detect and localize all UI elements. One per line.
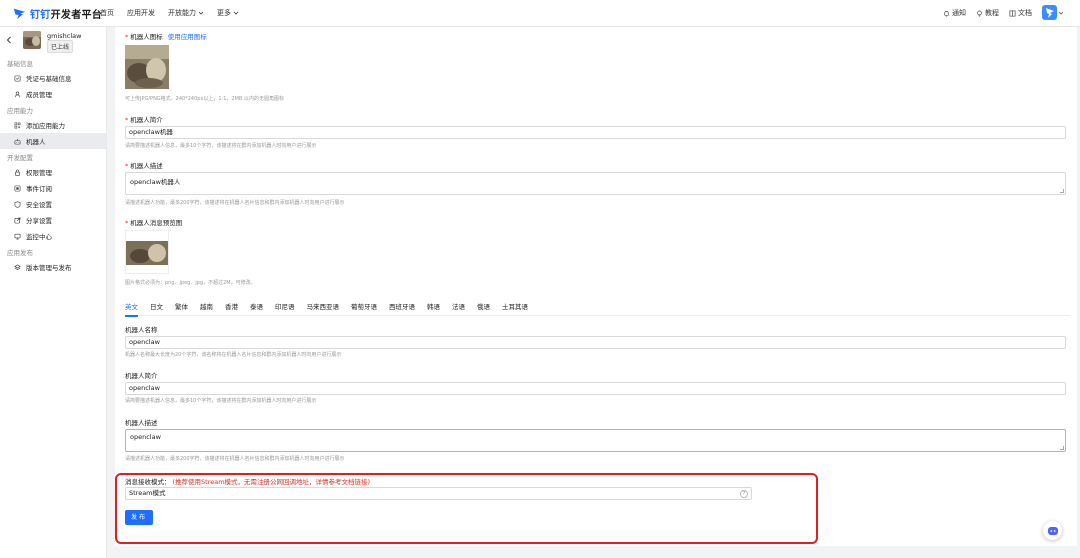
tab-ja[interactable]: 日文 xyxy=(150,302,163,316)
message-mode-select[interactable]: Stream模式? xyxy=(125,487,752,500)
resize-handle[interactable] xyxy=(1060,189,1064,193)
tab-vi[interactable]: 越南 xyxy=(200,302,213,316)
app-name: gmishclaw xyxy=(47,32,82,40)
sidebar-item-credentials[interactable]: 凭证与基础信息 xyxy=(0,70,106,86)
loc-desc-hint: 请描述机器人功能，最多200字符，该描述将在机器人名片信息和群内添加机器人时向用… xyxy=(125,456,345,462)
user-icon xyxy=(14,91,21,97)
tab-th[interactable]: 泰语 xyxy=(250,302,263,316)
event-icon xyxy=(14,185,21,191)
section-app-capability: 应用能力 xyxy=(7,107,33,115)
tab-ko[interactable]: 韩语 xyxy=(427,302,440,316)
tab-en[interactable]: 英文 xyxy=(125,302,138,317)
bell-icon xyxy=(944,10,949,16)
preview-field-label: * 机器人消息预览图 xyxy=(125,219,183,227)
tab-ms[interactable]: 马来西亚语 xyxy=(307,302,340,316)
bulb-icon xyxy=(977,10,982,16)
shield-check-icon xyxy=(14,75,21,81)
app-header: gmishclaw 已上线 xyxy=(0,27,106,55)
publish-button[interactable]: 发布 xyxy=(125,510,153,525)
top-nav: 首页 应用开发 开放能力 更多 xyxy=(100,8,239,18)
status-badge: 已上线 xyxy=(47,40,74,53)
language-tabs: 英文 日文 繁体 越南 香港 泰语 印尼语 马来西亚语 葡萄牙语 西班牙语 韩语… xyxy=(125,302,1070,317)
loc-intro-hint: 请简要描述机器人信息，最多10个字符，该描述将在群内添加机器人时向用户进行展示 xyxy=(125,398,317,404)
sidebar-item-permissions[interactable]: 权限管理 xyxy=(0,164,106,180)
sidebar-item-release[interactable]: 版本管理与发布 xyxy=(0,259,106,275)
app-switcher-avatar[interactable] xyxy=(1042,5,1057,20)
top-bar: 钉钉开发者平台 首页 应用开发 开放能力 更多 通知 教程 文档 xyxy=(0,0,1080,27)
help-icon[interactable]: ? xyxy=(740,490,748,498)
sidebar-item-security[interactable]: 安全设置 xyxy=(0,196,106,212)
intro-field-label: * 机器人简介 xyxy=(125,116,163,124)
lock-icon xyxy=(15,169,20,176)
robot-config-card: * 机器人图标 使用应用图标 可上传JPG/PNG格式，240*240px以上，1:… xyxy=(115,27,1077,546)
tab-pt[interactable]: 葡萄牙语 xyxy=(351,302,377,316)
icon-hint: 可上传JPG/PNG格式，240*240px以上，1:1，2MB 以内的无圆角图… xyxy=(125,96,284,102)
chevron-down-icon[interactable] xyxy=(1058,10,1064,16)
tutorial-button[interactable]: 教程 xyxy=(976,8,999,18)
section-basic-info: 基础信息 xyxy=(7,60,33,68)
tab-fr[interactable]: 法语 xyxy=(452,302,465,316)
sidebar-item-add-capability[interactable]: 添加应用能力 xyxy=(0,117,106,133)
top-right-actions: 通知 教程 文档 xyxy=(943,8,1032,18)
loc-name-input[interactable]: openclaw xyxy=(125,336,1066,349)
tab-zh-hant[interactable]: 繁体 xyxy=(175,302,188,316)
tab-es[interactable]: 西班牙语 xyxy=(389,302,415,316)
loc-desc-textarea[interactable]: openclaw xyxy=(125,429,1066,452)
sidebar-item-robot[interactable]: 机器人 xyxy=(0,133,106,149)
platform-name: 开发者平台 xyxy=(50,9,103,21)
nav-more[interactable]: 更多 xyxy=(217,8,239,18)
dingtalk-logo-icon xyxy=(13,8,26,19)
grid-plus-icon xyxy=(14,122,21,128)
docs-button[interactable]: 文档 xyxy=(1009,8,1032,18)
document-icon xyxy=(1009,10,1016,16)
icon-field-label: * 机器人图标 使用应用图标 xyxy=(125,33,207,41)
tab-hk[interactable]: 香港 xyxy=(225,302,238,316)
intro-input[interactable]: openclaw机器 xyxy=(125,126,1066,139)
robot-icon xyxy=(14,138,21,144)
section-dev-config: 开发配置 xyxy=(7,154,33,162)
loc-name-label: 机器人名称 xyxy=(125,326,158,334)
desc-field-label: * 机器人描述 xyxy=(125,162,163,170)
brand-name: 钉钉 xyxy=(30,9,51,21)
loc-name-hint: 机器人名称最大长度为20个字符，该名称将在机器人名片信息和群内添加机器人时向用户… xyxy=(125,352,342,358)
message-mode-label: 消息接收模式： (推荐使用Stream模式，无需注册公网回调地址，详情参考文档链接… xyxy=(125,478,371,486)
chevron-down-icon xyxy=(233,11,239,15)
desc-hint: 请描述机器人功能，最多200字符，该描述将在机器人名片信息和群内添加机器人时向用… xyxy=(125,200,345,206)
sidebar-item-members[interactable]: 成员管理 xyxy=(0,86,106,102)
notify-button[interactable]: 通知 xyxy=(943,8,966,18)
robot-icon-image[interactable] xyxy=(125,45,169,89)
tab-tr[interactable]: 土耳其语 xyxy=(502,302,528,316)
chevron-down-icon xyxy=(198,11,204,15)
sidebar-item-monitor[interactable]: 监控中心 xyxy=(0,228,106,244)
chat-assistant-button[interactable] xyxy=(1043,521,1062,540)
layers-icon xyxy=(14,264,21,270)
monitor-icon xyxy=(14,233,21,239)
sidebar-item-events[interactable]: 事件订阅 xyxy=(0,180,106,196)
section-app-release: 应用发布 xyxy=(7,249,33,257)
app-avatar xyxy=(23,31,41,49)
sidebar-item-share[interactable]: 分享设置 xyxy=(0,212,106,228)
loc-intro-label: 机器人简介 xyxy=(125,372,158,380)
app-logo-icon xyxy=(1046,8,1054,18)
tab-ru[interactable]: 俄语 xyxy=(477,302,490,316)
chat-bot-icon xyxy=(1047,526,1058,535)
use-app-icon-link[interactable]: 使用应用图标 xyxy=(168,33,207,41)
shield-icon xyxy=(14,200,21,208)
sidebar: gmishclaw 已上线 基础信息 凭证与基础信息 成员管理 应用能力 添加应… xyxy=(0,27,107,558)
desc-textarea[interactable]: openclaw机器人 xyxy=(125,172,1066,195)
loc-intro-input[interactable]: openclaw xyxy=(125,382,1066,395)
nav-app-dev[interactable]: 应用开发 xyxy=(127,8,155,18)
tab-id[interactable]: 印尼语 xyxy=(275,302,295,316)
resize-handle[interactable] xyxy=(1060,446,1064,450)
loc-desc-label: 机器人描述 xyxy=(125,419,158,427)
logo[interactable]: 钉钉开发者平台 xyxy=(13,5,102,21)
stream-mode-note[interactable]: (推荐使用Stream模式，无需注册公网回调地址，详情参考文档链接) xyxy=(173,478,371,486)
nav-home[interactable]: 首页 xyxy=(100,8,114,18)
intro-hint: 请简要描述机器人信息，最多10个字符，该描述将在群内添加机器人时向用户进行展示 xyxy=(125,143,317,149)
back-arrow-icon[interactable] xyxy=(6,36,12,44)
preview-hint: 图片格式必须为：png、jpeg、jpg，不超过2M，可修改。 xyxy=(125,280,256,286)
nav-open-capability[interactable]: 开放能力 xyxy=(168,8,204,18)
share-icon xyxy=(14,217,21,223)
preview-image[interactable] xyxy=(125,230,169,274)
